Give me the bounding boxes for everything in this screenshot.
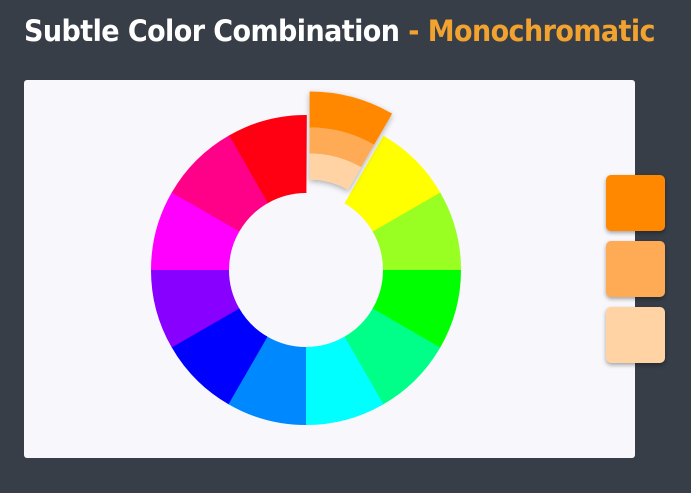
swatch-pale-orange[interactable]	[606, 307, 665, 363]
color-wheel	[150, 91, 462, 426]
swatch-orange[interactable]	[606, 175, 665, 231]
swatch-light-orange[interactable]	[606, 241, 665, 297]
